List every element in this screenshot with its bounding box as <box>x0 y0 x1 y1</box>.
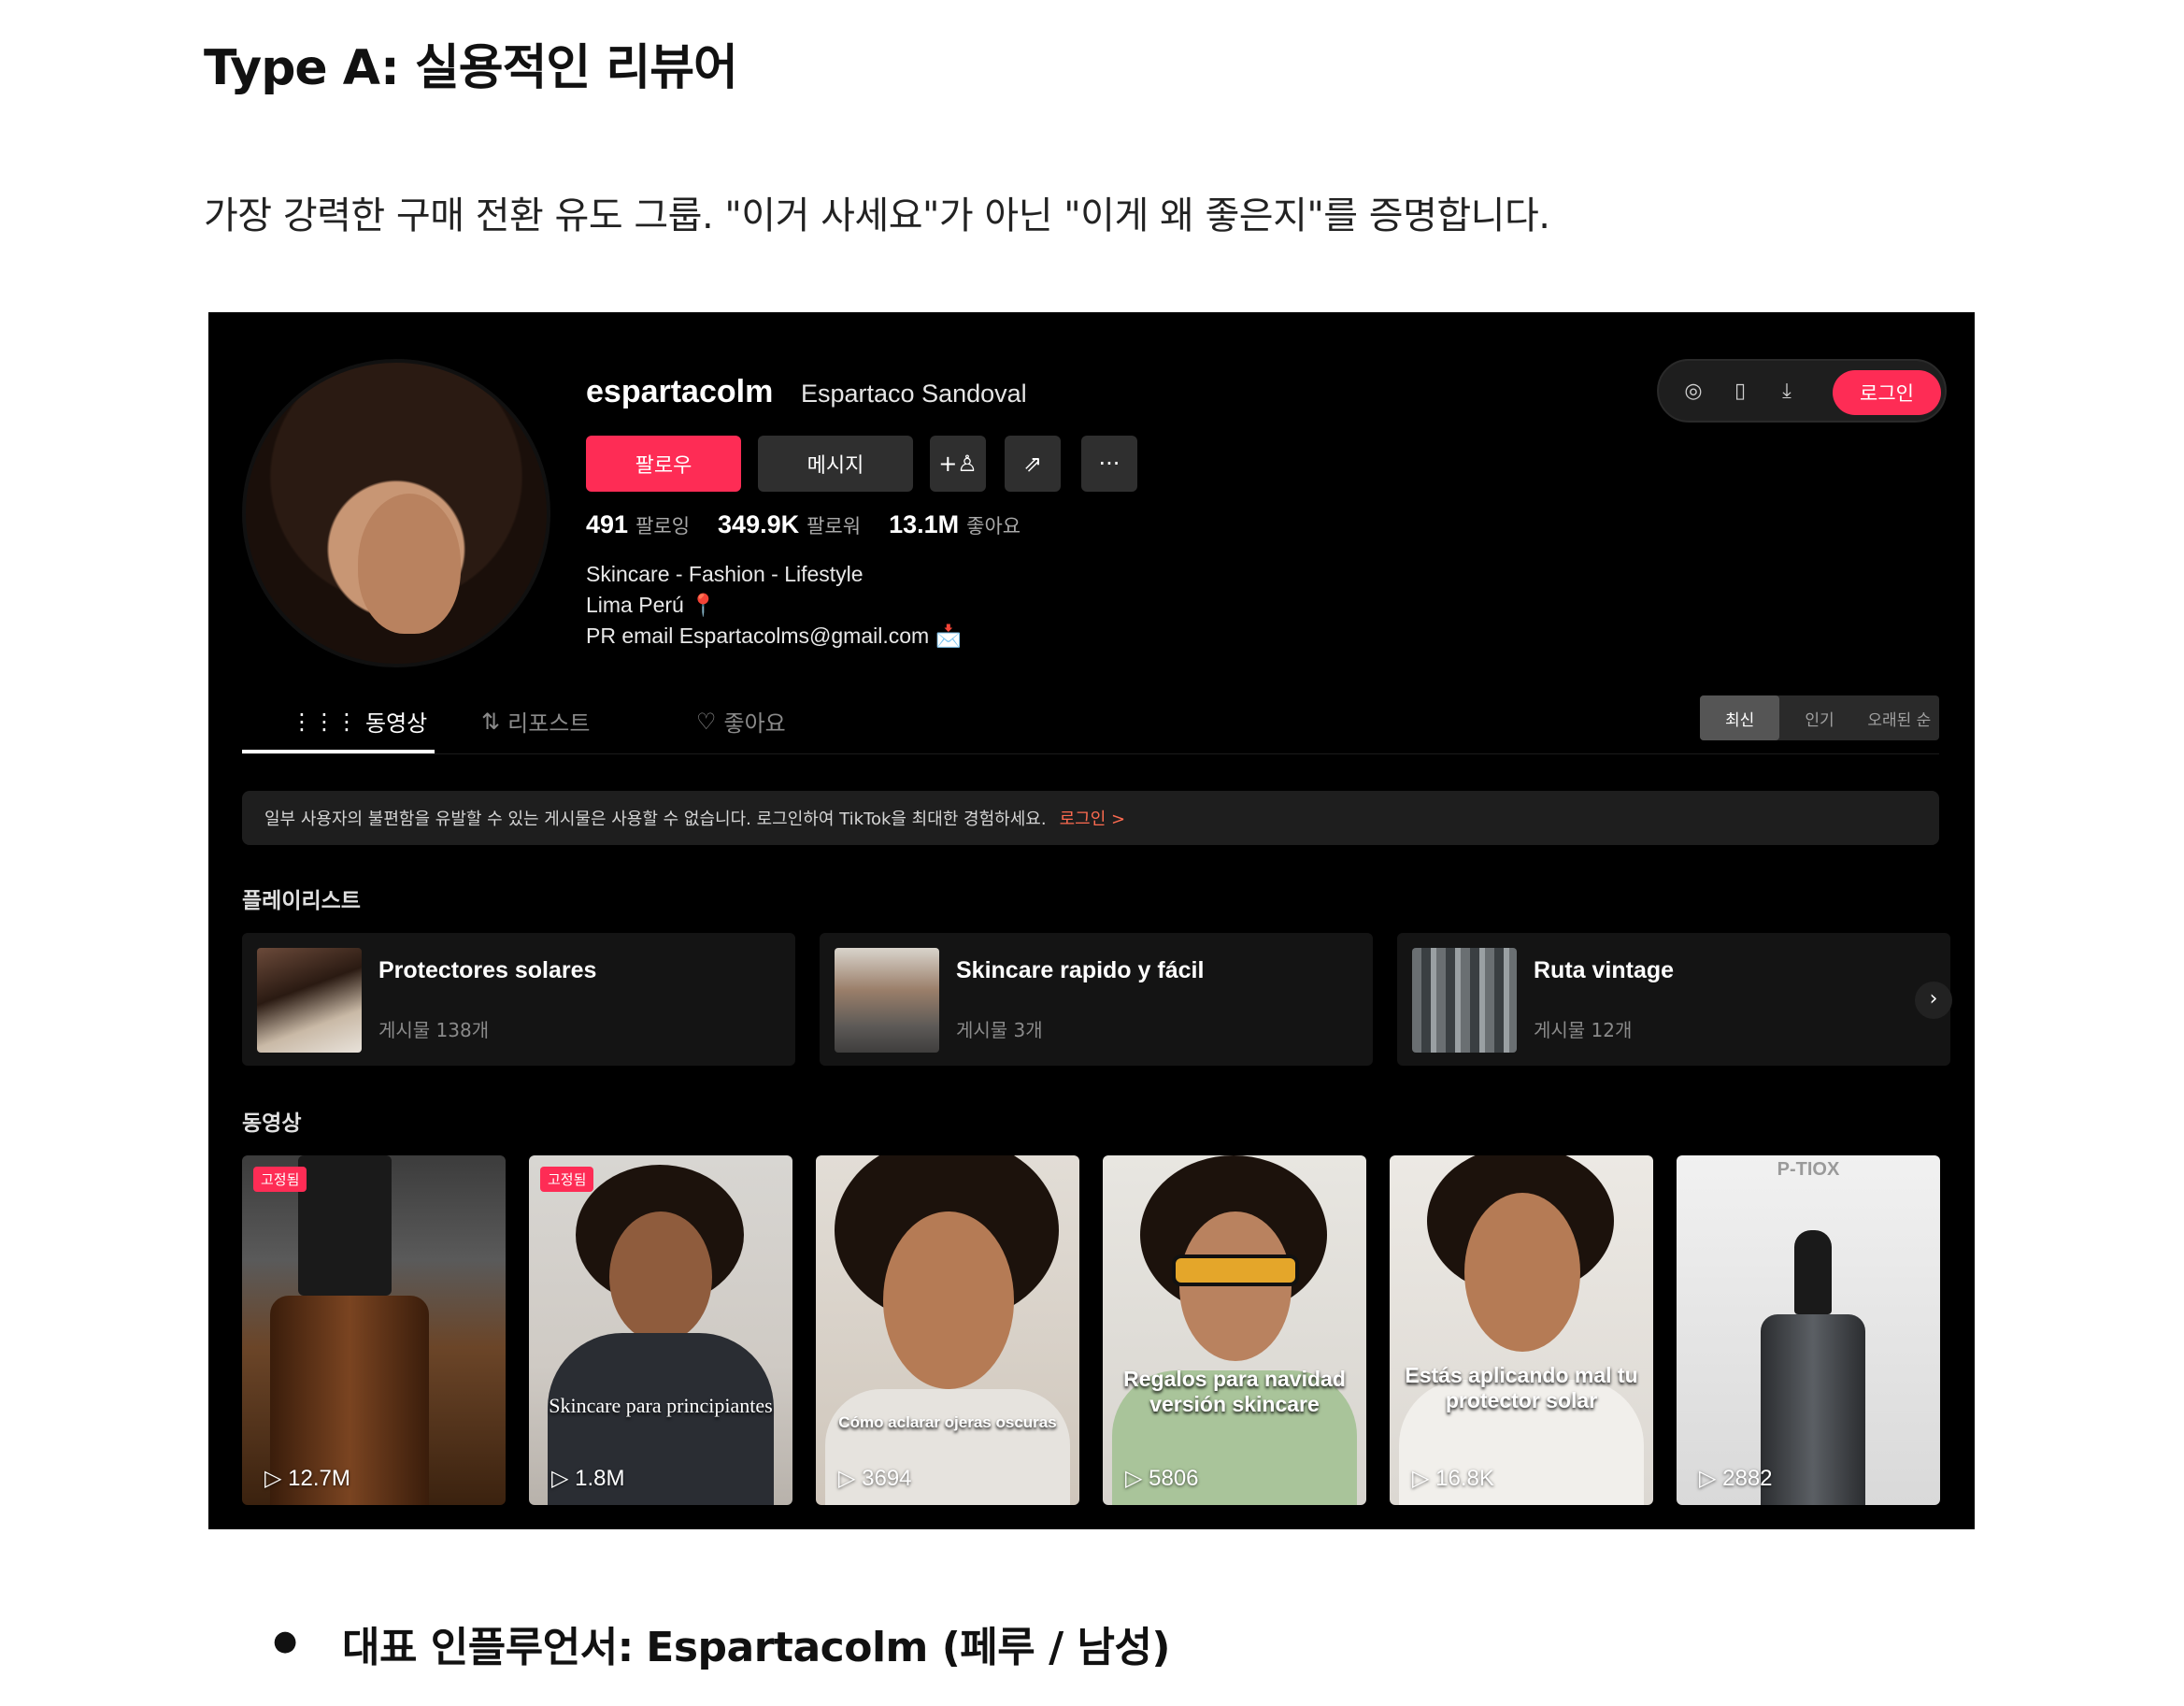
videos-section-title: 동영상 <box>242 1111 302 1136</box>
sort-latest[interactable]: 최신 <box>1700 695 1780 740</box>
repost-icon: ⇅ <box>481 708 501 735</box>
avatar[interactable] <box>242 359 550 667</box>
dropper-bottle-image <box>298 1155 392 1296</box>
chevron-right-icon[interactable]: › <box>1915 982 1952 1019</box>
phone-icon[interactable]: ▯ <box>1726 378 1754 406</box>
video-caption: P-TIOX <box>1777 1159 1840 1180</box>
avatar-face <box>358 494 461 634</box>
bullet-icon: ● <box>273 1625 298 1657</box>
tab-likes[interactable]: ♡ 좋아요 <box>696 705 786 738</box>
sunglasses-image <box>1172 1254 1299 1286</box>
playlist-card[interactable]: Protectores solares 게시물 138개 <box>242 933 795 1066</box>
video-card[interactable]: 고정됨 ▷ 12.7M <box>242 1155 506 1505</box>
video-card[interactable]: Estás aplicando mal tu protector solar ▷… <box>1390 1155 1653 1505</box>
playlist-count: 게시물 138개 <box>378 1019 490 1041</box>
bio-line: Lima Perú 📍 <box>586 593 717 617</box>
playlist-count: 게시물 3개 <box>956 1019 1043 1041</box>
sort-oldest[interactable]: 오래된 순 <box>1860 695 1939 740</box>
face-image <box>609 1211 712 1342</box>
document-title: Type A: 실용적인 리뷰어 <box>204 40 738 96</box>
dropper-cap-image <box>1794 1230 1832 1314</box>
tab-divider <box>242 753 1939 754</box>
stat-following[interactable]: 491 팔로잉 <box>586 510 690 539</box>
bio-line: PR email Espartacolms@gmail.com 📩 <box>586 624 963 648</box>
video-caption: Estás aplicando mal tu protector solar <box>1405 1363 1638 1412</box>
playlist-card[interactable]: Skincare rapido y fácil 게시물 3개 <box>820 933 1373 1066</box>
tab-videos[interactable]: ⋮⋮⋮ 동영상 <box>291 705 427 738</box>
view-count: ▷ 3694 <box>838 1466 912 1491</box>
message-button[interactable]: 메시지 <box>758 436 913 492</box>
playlist-section-title: 플레이리스트 <box>242 889 361 913</box>
video-caption: Cómo aclarar ojeras oscuras <box>838 1413 1057 1431</box>
view-count: ▷ 5806 <box>1125 1466 1199 1491</box>
profile-nickname: Espartaco Sandoval <box>801 380 1027 408</box>
compass-icon[interactable]: ◎ <box>1679 378 1707 406</box>
login-button[interactable]: 로그인 <box>1833 370 1941 415</box>
stat-likes: 13.1M 좋아요 <box>889 510 1021 538</box>
document-intro: 가장 강력한 구매 전환 유도 그룹. "이거 사세요"가 아닌 "이게 왜 좋… <box>204 194 1550 237</box>
playlist-thumbnail <box>1412 948 1517 1053</box>
profile-username: espartacolm <box>586 374 774 409</box>
view-count: ▷ 16.8K <box>1412 1466 1494 1491</box>
add-user-icon: +♙ <box>938 451 978 477</box>
download-icon[interactable]: ⤓ <box>1773 378 1801 406</box>
more-button[interactable]: ··· <box>1081 436 1137 492</box>
heart-icon: ♡ <box>696 708 717 735</box>
view-count: ▷ 12.7M <box>264 1466 350 1491</box>
playlist-thumbnail <box>257 948 362 1053</box>
notice-login-link[interactable]: 로그인 > <box>1060 806 1125 830</box>
playlist-count: 게시물 12개 <box>1534 1019 1633 1041</box>
more-icon: ··· <box>1098 451 1121 477</box>
follow-button[interactable]: 팔로우 <box>586 436 741 492</box>
view-count: ▷ 2882 <box>1699 1466 1773 1491</box>
grid-icon: ⋮⋮⋮ <box>291 708 358 735</box>
profile-bio: Skincare - Fashion - Lifestyle Lima Perú… <box>586 559 962 652</box>
face-image <box>1464 1193 1580 1352</box>
share-button[interactable]: ⇗ <box>1005 436 1061 492</box>
playlist-name: Protectores solares <box>378 957 597 983</box>
pinned-badge: 고정됨 <box>253 1167 307 1192</box>
video-caption: Regalos para navidad versión skincare <box>1123 1367 1346 1416</box>
video-card[interactable]: Cómo aclarar ojeras oscuras ▷ 3694 <box>816 1155 1079 1505</box>
sort-toggle: 최신 인기 오래된 순 <box>1700 695 1939 740</box>
stat-followers[interactable]: 349.9K 팔로워 <box>718 510 861 539</box>
tab-reposts[interactable]: ⇅ 리포스트 <box>481 705 590 738</box>
login-notice: 일부 사용자의 불편함을 유발할 수 있는 게시물은 사용할 수 없습니다. 로… <box>242 791 1939 845</box>
video-caption: Skincare para principiantes <box>549 1394 773 1417</box>
pinned-badge: 고정됨 <box>540 1167 594 1192</box>
face-image <box>883 1211 1014 1389</box>
profile-stats: 491 팔로잉 349.9K 팔로워 13.1M 좋아요 <box>586 510 1021 539</box>
sort-popular[interactable]: 인기 <box>1779 695 1859 740</box>
tiktok-profile-screenshot: espartacolm Espartaco Sandoval 팔로우 메시지 +… <box>208 312 1975 1529</box>
face-image <box>1179 1211 1292 1361</box>
video-card[interactable]: Regalos para navidad versión skincare ▷ … <box>1103 1155 1366 1505</box>
representative-influencer: 대표 인플루언서: Espartacolm (페루 / 남성) <box>342 1624 1171 1671</box>
serum-bottle-image <box>1761 1314 1865 1505</box>
video-card[interactable]: P-TIOX ▷ 2882 <box>1677 1155 1940 1505</box>
view-count: ▷ 1.8M <box>551 1466 625 1491</box>
bio-line: Skincare - Fashion - Lifestyle <box>586 562 864 586</box>
playlist-name: Ruta vintage <box>1534 957 1675 983</box>
playlist-thumbnail <box>835 948 939 1053</box>
top-actions-bar: ◎ ▯ ⤓ 로그인 <box>1657 359 1947 423</box>
share-icon: ⇗ <box>1022 451 1043 477</box>
video-card[interactable]: 고정됨 Skincare para principiantes ▷ 1.8M <box>529 1155 792 1505</box>
playlist-card[interactable]: Ruta vintage 게시물 12개 <box>1397 933 1950 1066</box>
add-friend-button[interactable]: +♙ <box>930 436 986 492</box>
playlist-name: Skincare rapido y fácil <box>956 957 1205 983</box>
